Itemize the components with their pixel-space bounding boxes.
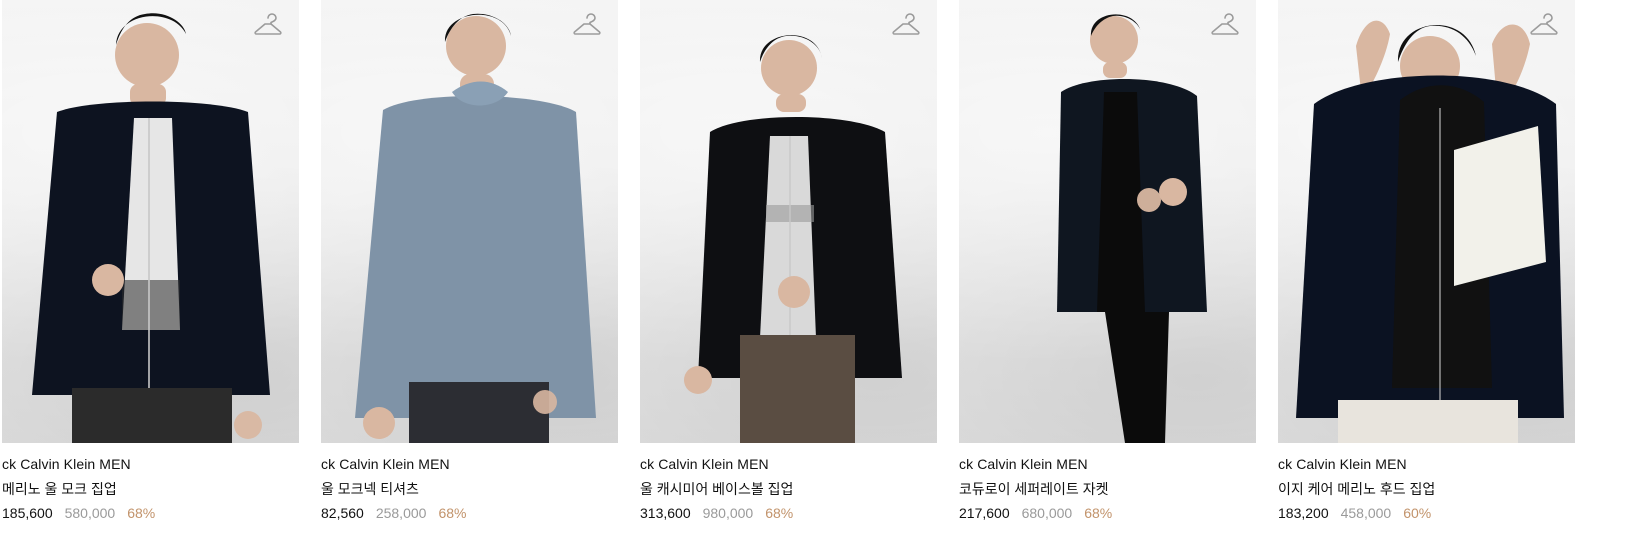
hand [778,276,810,308]
tee-graphic [122,280,180,330]
product-image[interactable] [959,0,1256,443]
product-meta: ck Calvin Klein MEN 울 캐시미어 베이스볼 집업 313,6… [640,443,937,522]
product-name[interactable]: 울 모크넥 티셔츠 [321,480,618,498]
sale-price: 82,560 [321,505,364,521]
product-brand: ck Calvin Klein MEN [321,456,450,472]
sale-price: 185,600 [2,505,53,521]
product-name[interactable]: 이지 케어 메리노 후드 집업 [1278,480,1575,498]
hand [92,264,124,296]
model-head [761,40,817,96]
sale-price: 217,600 [959,505,1010,521]
pants [1105,312,1169,443]
product-prices: 185,600 580,000 68% [2,504,299,522]
model-neck [776,94,806,112]
original-price: 458,000 [1340,505,1392,521]
product-image[interactable] [321,0,618,443]
discount-rate: 68% [438,505,467,521]
product-photo [32,13,270,443]
hand [363,407,395,439]
product-meta: ck Calvin Klein MEN 이지 케어 메리노 후드 집업 183,… [1278,443,1575,522]
hand [1159,178,1187,206]
discount-rate: 60% [1403,505,1432,521]
hand [1137,188,1161,212]
tshirt [355,95,596,419]
sale-price: 183,200 [1278,505,1329,521]
product-image[interactable] [1278,0,1575,443]
original-price: 680,000 [1021,505,1073,521]
product-photo [355,13,596,443]
product-name[interactable]: 코듀로이 세퍼레이트 자켓 [959,480,1256,498]
original-price: 258,000 [375,505,427,521]
pants [72,388,232,443]
discount-rate: 68% [127,505,156,521]
hand [684,366,712,394]
product-photo [1296,20,1564,443]
model-head [115,23,179,87]
color-block-panel [1454,126,1546,286]
product-card[interactable]: ck Calvin Klein MEN 울 모크넥 티셔츠 82,560 258… [321,0,618,546]
model-neck [1103,62,1127,78]
product-prices: 217,600 680,000 68% [959,504,1256,522]
pants [1338,400,1518,443]
product-grid: ck Calvin Klein MEN 메리노 울 모크 집업 185,600 … [2,0,1642,546]
product-prices: 313,600 980,000 68% [640,504,937,522]
product-name[interactable]: 울 캐시미어 베이스볼 집업 [640,480,937,498]
product-image[interactable] [640,0,937,443]
discount-rate: 68% [765,505,794,521]
product-brand: ck Calvin Klein MEN [640,456,769,472]
product-brand: ck Calvin Klein MEN [959,456,1088,472]
hand [533,390,557,414]
model-head [446,16,506,76]
sale-price: 313,600 [640,505,691,521]
product-brand: ck Calvin Klein MEN [1278,456,1407,472]
hand [234,411,262,439]
product-card[interactable]: ck Calvin Klein MEN 메리노 울 모크 집업 185,600 … [2,0,299,546]
pants [740,335,855,443]
product-prices: 82,560 258,000 68% [321,504,618,522]
product-card[interactable]: ck Calvin Klein MEN 코듀로이 세퍼레이트 자켓 217,60… [959,0,1256,546]
discount-rate: 68% [1084,505,1113,521]
product-meta: ck Calvin Klein MEN 메리노 울 모크 집업 185,600 … [2,443,299,522]
product-name[interactable]: 메리노 울 모크 집업 [2,480,299,498]
product-card[interactable]: ck Calvin Klein MEN 울 캐시미어 베이스볼 집업 313,6… [640,0,937,546]
product-brand: ck Calvin Klein MEN [2,456,131,472]
product-photo [684,35,902,443]
product-image[interactable] [2,0,299,443]
product-prices: 183,200 458,000 60% [1278,504,1575,522]
product-photo [1057,14,1207,443]
original-price: 980,000 [702,505,754,521]
product-meta: ck Calvin Klein MEN 울 모크넥 티셔츠 82,560 258… [321,443,618,522]
original-price: 580,000 [64,505,116,521]
pants [409,382,549,443]
product-meta: ck Calvin Klein MEN 코듀로이 세퍼레이트 자켓 217,60… [959,443,1256,522]
product-card[interactable]: ck Calvin Klein MEN 이지 케어 메리노 후드 집업 183,… [1278,0,1575,546]
